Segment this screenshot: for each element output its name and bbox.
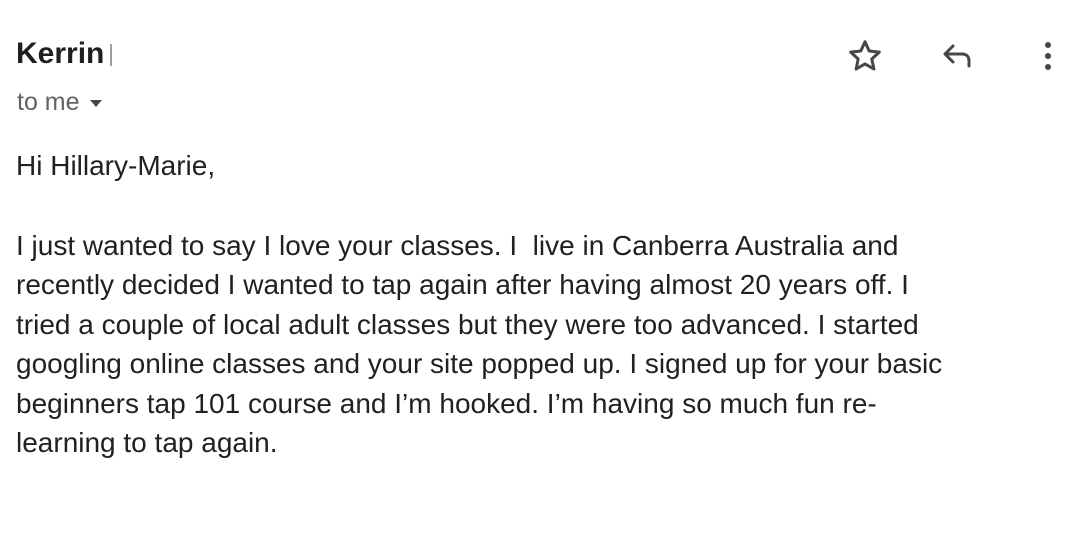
email-greeting: Hi Hillary-Marie, <box>16 150 216 181</box>
sender-email-truncation-mark <box>110 44 113 66</box>
reply-button[interactable] <box>933 32 981 80</box>
reply-icon <box>943 44 971 68</box>
dropdown-arrow-icon[interactable] <box>89 99 102 107</box>
email-body-line: googling online classes and your site po… <box>16 348 943 379</box>
email-body-line: recently decided I wanted to tap again a… <box>16 269 909 300</box>
recipient-details-toggle[interactable]: to me <box>17 85 102 119</box>
email-body-line: tried a couple of local adult classes bu… <box>16 308 919 340</box>
recipient-label: to me <box>17 88 80 116</box>
star-icon <box>849 40 881 71</box>
message-actions <box>841 30 1066 82</box>
more-options-button[interactable] <box>1024 32 1072 80</box>
more-vertical-icon <box>1045 42 1051 70</box>
sender-row: Kerrin <box>16 34 113 74</box>
star-button[interactable] <box>841 32 889 80</box>
email-body-line: learning to tap again. <box>16 427 278 458</box>
sender-name[interactable]: Kerrin <box>16 34 104 74</box>
email-body: Hi Hillary-Marie, I just wanted to say I… <box>16 146 1066 463</box>
email-body-line: beginners tap 101 course and I’m hooked.… <box>16 387 877 419</box>
email-header: Kerrin to me <box>16 30 1066 120</box>
email-body-line: I just wanted to say I love your classes… <box>16 229 899 261</box>
email-paragraph: I just wanted to say I love your classes… <box>16 226 1066 463</box>
